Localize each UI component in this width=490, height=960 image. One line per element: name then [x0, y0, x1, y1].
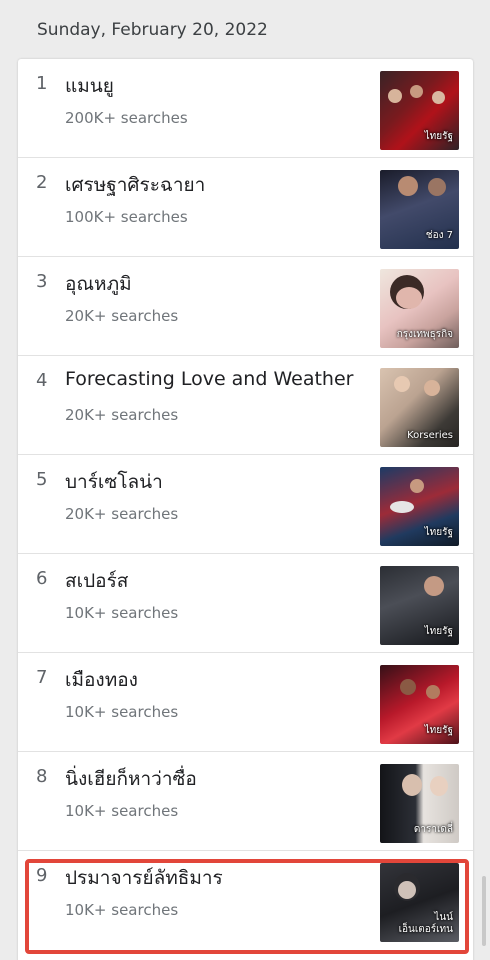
trend-rank: 9	[36, 865, 48, 886]
trend-search-count: 20K+ searches	[65, 406, 179, 424]
trend-search-count: 10K+ searches	[65, 604, 179, 622]
trends-page: Sunday, February 20, 2022 1 แมนยู 200K+ …	[0, 0, 490, 960]
trend-item-2[interactable]: 2 เศรษฐาศิระฉายา 100K+ searches ช่อง 7	[18, 158, 473, 257]
trend-item-6[interactable]: 6 สเปอร์ส 10K+ searches ไทยรัฐ	[18, 554, 473, 653]
trend-thumbnail[interactable]: ดาราเดลี่	[380, 764, 459, 843]
trend-thumbnail[interactable]: ไนน์ เอ็นเตอร์เทน	[380, 863, 459, 942]
trend-rank: 3	[36, 271, 48, 292]
trend-rank: 2	[36, 172, 48, 193]
trend-thumbnail[interactable]: ไทยรัฐ	[380, 566, 459, 645]
trend-item-5[interactable]: 5 บาร์เซโลน่า 20K+ searches ไทยรัฐ	[18, 455, 473, 554]
trend-rank: 1	[36, 73, 48, 94]
scrollbar[interactable]	[482, 876, 486, 946]
trend-search-count: 10K+ searches	[65, 703, 179, 721]
trend-title[interactable]: เมืองทอง	[65, 665, 138, 695]
trend-title[interactable]: ปรมาจารย์ลัทธิมาร	[65, 863, 223, 893]
thumbnail-source: ช่อง 7	[425, 230, 453, 241]
trend-item-9[interactable]: 9 ปรมาจารย์ลัทธิมาร 10K+ searches ไนน์ เ…	[18, 851, 473, 950]
trend-item-1[interactable]: 1 แมนยู 200K+ searches ไทยรัฐ	[18, 59, 473, 158]
trend-search-count: 20K+ searches	[65, 307, 179, 325]
thumbnail-source: ไทยรัฐ	[424, 626, 453, 637]
trend-rank: 8	[36, 766, 48, 787]
thumbnail-source: Korseries	[407, 430, 453, 441]
trend-search-count: 100K+ searches	[65, 208, 188, 226]
trend-thumbnail[interactable]: ไทยรัฐ	[380, 665, 459, 744]
trend-search-count: 20K+ searches	[65, 505, 179, 523]
trend-search-count: 10K+ searches	[65, 802, 179, 820]
trends-list-card: 1 แมนยู 200K+ searches ไทยรัฐ 2 เศรษฐาศิ…	[18, 59, 473, 960]
trend-rank: 6	[36, 568, 48, 589]
thumbnail-source: ดาราเดลี่	[413, 824, 453, 835]
trend-thumbnail[interactable]: ไทยรัฐ	[380, 467, 459, 546]
trend-title[interactable]: เศรษฐาศิระฉายา	[65, 170, 205, 200]
trend-thumbnail[interactable]: Korseries	[380, 368, 459, 447]
trend-item-8[interactable]: 8 นิ่งเฮียก็หาว่าซื่อ 10K+ searches ดารา…	[18, 752, 473, 851]
trend-thumbnail[interactable]: ช่อง 7	[380, 170, 459, 249]
trend-title[interactable]: บาร์เซโลน่า	[65, 467, 163, 497]
trend-search-count: 10K+ searches	[65, 901, 179, 919]
trend-item-4[interactable]: 4 Forecasting Love and Weather 20K+ sear…	[18, 356, 473, 455]
trend-rank: 4	[36, 370, 48, 391]
date-heading: Sunday, February 20, 2022	[37, 20, 268, 40]
trend-item-7[interactable]: 7 เมืองทอง 10K+ searches ไทยรัฐ	[18, 653, 473, 752]
trend-rank: 5	[36, 469, 48, 490]
trend-title[interactable]: Forecasting Love and Weather	[65, 368, 353, 390]
trend-title[interactable]: สเปอร์ส	[65, 566, 128, 596]
trend-rank: 7	[36, 667, 48, 688]
thumbnail-source: ไทยรัฐ	[424, 527, 453, 538]
thumbnail-source: ไนน์ เอ็นเตอร์เทน	[398, 912, 453, 935]
thumbnail-source: กรุงเทพธุรกิจ	[396, 329, 453, 340]
trend-title[interactable]: อุณหภูมิ	[65, 269, 132, 299]
trend-search-count: 200K+ searches	[65, 109, 188, 127]
thumbnail-source: ไทยรัฐ	[424, 725, 453, 736]
trend-title[interactable]: แมนยู	[65, 71, 114, 101]
trend-item-3[interactable]: 3 อุณหภูมิ 20K+ searches กรุงเทพธุรกิจ	[18, 257, 473, 356]
trend-title[interactable]: นิ่งเฮียก็หาว่าซื่อ	[65, 764, 197, 794]
trend-thumbnail[interactable]: กรุงเทพธุรกิจ	[380, 269, 459, 348]
thumbnail-source: ไทยรัฐ	[424, 131, 453, 142]
trend-thumbnail[interactable]: ไทยรัฐ	[380, 71, 459, 150]
